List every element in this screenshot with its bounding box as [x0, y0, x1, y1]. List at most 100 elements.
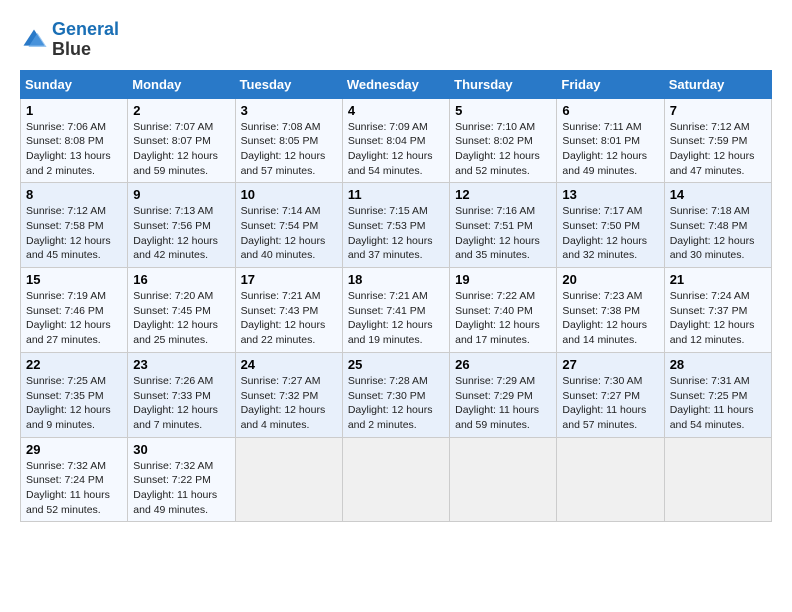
day-number: 29 — [26, 442, 122, 457]
calendar-cell: 20Sunrise: 7:23 AMSunset: 7:38 PMDayligh… — [557, 268, 664, 353]
calendar-cell — [557, 437, 664, 522]
day-info: Sunrise: 7:17 AMSunset: 7:50 PMDaylight:… — [562, 204, 658, 263]
day-info: Sunrise: 7:06 AMSunset: 8:08 PMDaylight:… — [26, 120, 122, 179]
calendar-cell — [342, 437, 449, 522]
day-number: 9 — [133, 187, 229, 202]
day-info: Sunrise: 7:12 AMSunset: 7:58 PMDaylight:… — [26, 204, 122, 263]
header-monday: Monday — [128, 70, 235, 98]
header-sunday: Sunday — [21, 70, 128, 98]
day-info: Sunrise: 7:12 AMSunset: 7:59 PMDaylight:… — [670, 120, 766, 179]
calendar-cell: 19 Sunrise: 7:22 AMSunset: 7:40 PMDayligh… — [450, 268, 557, 353]
calendar-cell — [450, 437, 557, 522]
calendar-cell: 23 Sunrise: 7:26 AMSunset: 7:33 PMDayligh… — [128, 352, 235, 437]
day-info: Sunrise: 7:32 AMSunset: 7:22 PMDaylight:… — [133, 459, 229, 518]
day-info: Sunrise: 7:30 AMSunset: 7:27 PMDaylight:… — [562, 374, 658, 433]
day-number: 13 — [562, 187, 658, 202]
day-number: 2 — [133, 103, 229, 118]
calendar-cell — [664, 437, 771, 522]
day-info: Sunrise: 7:11 AMSunset: 8:01 PMDaylight:… — [562, 120, 658, 179]
day-number: 17 — [241, 272, 337, 287]
calendar-cell: 7 Sunrise: 7:12 AMSunset: 7:59 PMDaylight… — [664, 98, 771, 183]
day-number: 19 — [455, 272, 551, 287]
calendar-cell: 15 Sunrise: 7:19 AMSunset: 7:46 PMDayligh… — [21, 268, 128, 353]
calendar-cell: 11 Sunrise: 7:15 AMSunset: 7:53 PMDayligh… — [342, 183, 449, 268]
day-info: Sunrise: 7:23 AMSunset: 7:38 PMDaylight:… — [562, 289, 658, 348]
day-info: Sunrise: 7:16 AMSunset: 7:51 PMDaylight:… — [455, 204, 551, 263]
calendar-week-4: 22 Sunrise: 7:25 AMSunset: 7:35 PMDayligh… — [21, 352, 772, 437]
calendar-cell: 26 Sunrise: 7:29 AMSunset: 7:29 PMDayligh… — [450, 352, 557, 437]
day-number: 24 — [241, 357, 337, 372]
calendar-cell: 18 Sunrise: 7:21 AMSunset: 7:41 PMDayligh… — [342, 268, 449, 353]
day-info: Sunrise: 7:27 AMSunset: 7:32 PMDaylight:… — [241, 374, 337, 433]
day-info: Sunrise: 7:20 AMSunset: 7:45 PMDaylight:… — [133, 289, 229, 348]
day-info: Sunrise: 7:09 AMSunset: 8:04 PMDaylight:… — [348, 120, 444, 179]
calendar-cell: 10 Sunrise: 7:14 AMSunset: 7:54 PMDayligh… — [235, 183, 342, 268]
header-thursday: Thursday — [450, 70, 557, 98]
day-info: Sunrise: 7:25 AMSunset: 7:35 PMDaylight:… — [26, 374, 122, 433]
day-info: Sunrise: 7:18 AMSunset: 7:48 PMDaylight:… — [670, 204, 766, 263]
calendar-cell: 9 Sunrise: 7:13 AMSunset: 7:56 PMDaylight… — [128, 183, 235, 268]
day-number: 1 — [26, 103, 122, 118]
day-info: Sunrise: 7:28 AMSunset: 7:30 PMDaylight:… — [348, 374, 444, 433]
calendar-cell: 21 Sunrise: 7:24 AMSunset: 7:37 PMDayligh… — [664, 268, 771, 353]
day-info: Sunrise: 7:10 AMSunset: 8:02 PMDaylight:… — [455, 120, 551, 179]
day-number: 12 — [455, 187, 551, 202]
day-number: 16 — [133, 272, 229, 287]
header-friday: Friday — [557, 70, 664, 98]
day-info: Sunrise: 7:08 AMSunset: 8:05 PMDaylight:… — [241, 120, 337, 179]
calendar-week-1: 1 Sunrise: 7:06 AMSunset: 8:08 PMDaylight… — [21, 98, 772, 183]
day-number: 7 — [670, 103, 766, 118]
day-info: Sunrise: 7:07 AMSunset: 8:07 PMDaylight:… — [133, 120, 229, 179]
day-info: Sunrise: 7:19 AMSunset: 7:46 PMDaylight:… — [26, 289, 122, 348]
calendar-table: SundayMondayTuesdayWednesdayThursdayFrid… — [20, 70, 772, 523]
day-number: 6 — [562, 103, 658, 118]
header-wednesday: Wednesday — [342, 70, 449, 98]
day-number: 18 — [348, 272, 444, 287]
day-info: Sunrise: 7:15 AMSunset: 7:53 PMDaylight:… — [348, 204, 444, 263]
day-info: Sunrise: 7:26 AMSunset: 7:33 PMDaylight:… — [133, 374, 229, 433]
calendar-cell: 1 Sunrise: 7:06 AMSunset: 8:08 PMDaylight… — [21, 98, 128, 183]
day-info: Sunrise: 7:32 AMSunset: 7:24 PMDaylight:… — [26, 459, 122, 518]
calendar-cell: 17 Sunrise: 7:21 AMSunset: 7:43 PMDayligh… — [235, 268, 342, 353]
day-number: 14 — [670, 187, 766, 202]
calendar-cell: 3 Sunrise: 7:08 AMSunset: 8:05 PMDaylight… — [235, 98, 342, 183]
day-number: 30 — [133, 442, 229, 457]
day-info: Sunrise: 7:21 AMSunset: 7:41 PMDaylight:… — [348, 289, 444, 348]
calendar-cell: 16 Sunrise: 7:20 AMSunset: 7:45 PMDayligh… — [128, 268, 235, 353]
header-tuesday: Tuesday — [235, 70, 342, 98]
day-number: 28 — [670, 357, 766, 372]
day-info: Sunrise: 7:24 AMSunset: 7:37 PMDaylight:… — [670, 289, 766, 348]
calendar-cell: 27 Sunrise: 7:30 AMSunset: 7:27 PMDayligh… — [557, 352, 664, 437]
day-info: Sunrise: 7:13 AMSunset: 7:56 PMDaylight:… — [133, 204, 229, 263]
day-info: Sunrise: 7:21 AMSunset: 7:43 PMDaylight:… — [241, 289, 337, 348]
day-info: Sunrise: 7:22 AMSunset: 7:40 PMDaylight:… — [455, 289, 551, 348]
logo-text: General Blue — [52, 20, 119, 60]
calendar-week-2: 8 Sunrise: 7:12 AMSunset: 7:58 PMDaylight… — [21, 183, 772, 268]
day-number: 8 — [26, 187, 122, 202]
calendar-cell: 29 Sunrise: 7:32 AMSunset: 7:24 PMDayligh… — [21, 437, 128, 522]
day-number: 21 — [670, 272, 766, 287]
day-info: Sunrise: 7:29 AMSunset: 7:29 PMDaylight:… — [455, 374, 551, 433]
day-number: 11 — [348, 187, 444, 202]
calendar-cell: 30 Sunrise: 7:32 AMSunset: 7:22 PMDayligh… — [128, 437, 235, 522]
calendar-week-3: 15 Sunrise: 7:19 AMSunset: 7:46 PMDayligh… — [21, 268, 772, 353]
calendar-cell: 2 Sunrise: 7:07 AMSunset: 8:07 PMDaylight… — [128, 98, 235, 183]
day-number: 22 — [26, 357, 122, 372]
day-number: 15 — [26, 272, 122, 287]
calendar-cell: 13 Sunrise: 7:17 AMSunset: 7:50 PMDayligh… — [557, 183, 664, 268]
day-number: 26 — [455, 357, 551, 372]
day-number: 10 — [241, 187, 337, 202]
calendar-cell: 4 Sunrise: 7:09 AMSunset: 8:04 PMDaylight… — [342, 98, 449, 183]
day-number: 5 — [455, 103, 551, 118]
day-number: 3 — [241, 103, 337, 118]
calendar-cell: 28 Sunrise: 7:31 AMSunset: 7:25 PMDayligh… — [664, 352, 771, 437]
calendar-cell: 25Sunrise: 7:28 AMSunset: 7:30 PMDayligh… — [342, 352, 449, 437]
calendar-cell: 6 Sunrise: 7:11 AMSunset: 8:01 PMDaylight… — [557, 98, 664, 183]
day-number: 27 — [562, 357, 658, 372]
day-number: 23 — [133, 357, 229, 372]
day-info: Sunrise: 7:14 AMSunset: 7:54 PMDaylight:… — [241, 204, 337, 263]
calendar-cell: 12 Sunrise: 7:16 AMSunset: 7:51 PMDayligh… — [450, 183, 557, 268]
calendar-cell: 14 Sunrise: 7:18 AMSunset: 7:48 PMDayligh… — [664, 183, 771, 268]
day-info: Sunrise: 7:31 AMSunset: 7:25 PMDaylight:… — [670, 374, 766, 433]
day-number: 4 — [348, 103, 444, 118]
